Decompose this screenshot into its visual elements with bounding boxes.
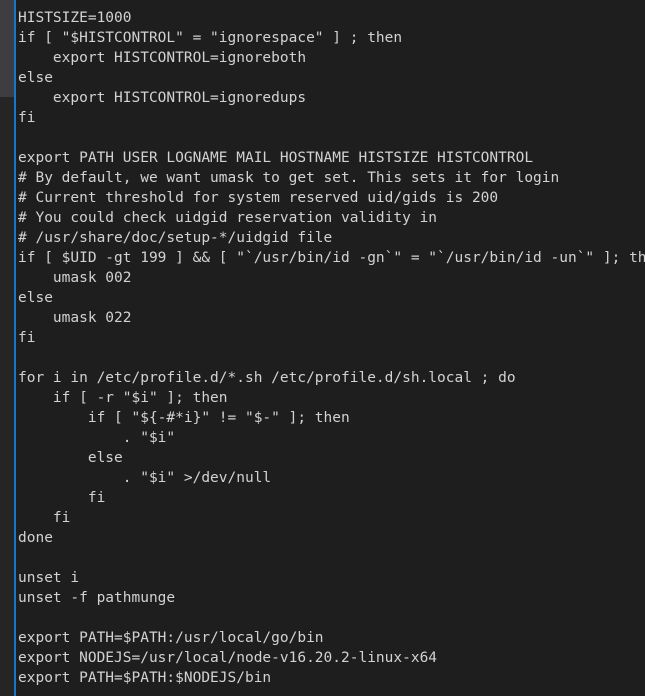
editor-window: HISTSIZE=1000 if [ "$HISTCONTROL" = "igno… <box>0 0 645 696</box>
code-line[interactable]: # By default, we want umask to get set. … <box>18 168 645 188</box>
code-line[interactable]: else <box>18 448 645 468</box>
code-line[interactable] <box>18 548 645 568</box>
code-line[interactable]: export HISTCONTROL=ignoreboth <box>18 48 645 68</box>
code-line[interactable]: else <box>18 68 645 88</box>
code-line[interactable]: for i in /etc/profile.d/*.sh /etc/profil… <box>18 368 645 388</box>
code-line[interactable]: if [ $UID -gt 199 ] && [ "`/usr/bin/id -… <box>18 248 645 268</box>
code-line[interactable]: export PATH=$PATH:/usr/local/go/bin <box>18 628 645 648</box>
code-editor-viewport[interactable]: HISTSIZE=1000 if [ "$HISTCONTROL" = "igno… <box>16 0 645 696</box>
code-line[interactable]: HISTSIZE=1000 <box>18 8 645 28</box>
code-line[interactable]: fi <box>18 108 645 128</box>
code-line[interactable]: umask 002 <box>18 268 645 288</box>
code-line[interactable]: # /usr/share/doc/setup-*/uidgid file <box>18 228 645 248</box>
code-content[interactable]: HISTSIZE=1000 if [ "$HISTCONTROL" = "igno… <box>18 8 645 696</box>
code-line[interactable]: . "$i" <box>18 428 645 448</box>
code-line[interactable]: unset -f pathmunge <box>18 588 645 608</box>
code-line[interactable]: export NODEJS=/usr/local/node-v16.20.2-l… <box>18 648 645 668</box>
code-line[interactable]: umask 022 <box>18 308 645 328</box>
code-line[interactable]: export PATH=$PATH:$NODEJS/bin <box>18 668 645 688</box>
code-line[interactable] <box>18 608 645 628</box>
vertical-scrollbar-track[interactable] <box>0 0 14 696</box>
code-line[interactable]: # You could check uidgid reservation val… <box>18 208 645 228</box>
code-line[interactable]: done <box>18 528 645 548</box>
code-line[interactable]: if [ -r "$i" ]; then <box>18 388 645 408</box>
code-line[interactable] <box>18 128 645 148</box>
code-line[interactable] <box>18 348 645 368</box>
code-line[interactable]: fi <box>18 508 645 528</box>
code-line[interactable]: unset i <box>18 568 645 588</box>
code-line[interactable]: . "$i" >/dev/null <box>18 468 645 488</box>
code-line[interactable]: else <box>18 288 645 308</box>
code-line[interactable] <box>18 688 645 696</box>
code-line[interactable]: fi <box>18 488 645 508</box>
vertical-scrollbar-thumb[interactable] <box>0 0 14 97</box>
code-line[interactable]: if [ "$HISTCONTROL" = "ignorespace" ] ; … <box>18 28 645 48</box>
code-line[interactable]: # Current threshold for system reserved … <box>18 188 645 208</box>
code-line[interactable]: fi <box>18 328 645 348</box>
code-line[interactable]: if [ "${-#*i}" != "$-" ]; then <box>18 408 645 428</box>
code-line[interactable]: export PATH USER LOGNAME MAIL HOSTNAME H… <box>18 148 645 168</box>
code-line[interactable]: export HISTCONTROL=ignoredups <box>18 88 645 108</box>
